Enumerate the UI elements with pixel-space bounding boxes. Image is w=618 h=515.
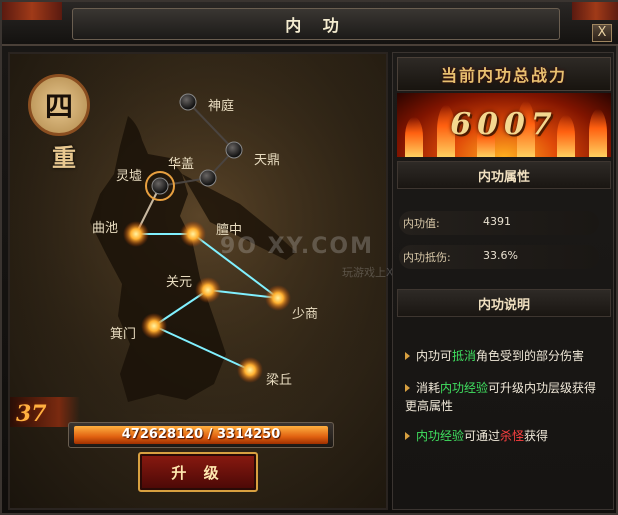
bullet-icon (405, 432, 410, 440)
bullet-icon (405, 384, 410, 392)
label-liangqiu: 梁丘 (266, 373, 292, 388)
label-quchi: 曲池 (92, 221, 118, 236)
node-shaoshang (265, 285, 291, 311)
node-lingxu (151, 177, 169, 195)
node-jimen (141, 313, 167, 339)
label-jimen: 箕门 (110, 326, 136, 342)
watermark: 9O XY.COM (220, 234, 375, 259)
meridian-panel: 四 重 神庭 天鼎 华盖 灵墟 曲池 膻中 关元 少商 箕门 梁丘 37 472… (8, 52, 388, 510)
title-plate: 内 功 (72, 8, 560, 40)
node-guanyuan (195, 277, 221, 303)
power-value: 6007 (450, 107, 558, 142)
description-item: 内功经验可通过杀怪获得 (405, 427, 605, 445)
node-shenting (179, 93, 197, 111)
attr-value: 4391 (483, 215, 511, 228)
attributes-header: 内功属性 (397, 161, 611, 189)
attributes-header-label: 内功属性 (477, 169, 530, 185)
desc-text: 内功可 (416, 349, 453, 363)
title-bar: 内 功 X (2, 2, 618, 46)
link-jimen-liangqiu (153, 325, 251, 371)
label-huagai: 华盖 (168, 157, 194, 172)
description-item: 消耗内功经验可升级内功层级获得更高属性 (405, 379, 605, 415)
window-title: 内 功 (285, 16, 347, 35)
corner-ornament-left (2, 2, 62, 20)
label-guanyuan: 关元 (166, 275, 192, 290)
attr-value: 33.6% (483, 249, 518, 262)
description-item: 内功可抵消角色受到的部分伤害 (405, 347, 605, 365)
desc-highlight: 内功经验 (440, 381, 489, 395)
xp-text: 472628120 / 3314250 (121, 427, 281, 442)
node-liangqiu (237, 357, 263, 383)
desc-text: 获得 (524, 429, 549, 443)
attr-row: 内功抵伤: 33.6% (399, 245, 599, 269)
stats-panel: 当前内功总战力 6007 内功属性 内功值: 4391 内功抵伤: 33.6% … (392, 52, 614, 510)
attr-label: 内功抵伤: (403, 251, 451, 264)
desc-text: 角色受到的部分伤害 (476, 349, 585, 363)
close-button[interactable]: X (592, 24, 612, 42)
label-tianding: 天鼎 (254, 153, 280, 168)
power-flame-box: 6007 (397, 93, 611, 157)
label-lingxu: 灵墟 (116, 169, 142, 184)
upgrade-button[interactable]: 升 级 (138, 452, 258, 492)
upgrade-button-label: 升 级 (171, 463, 225, 482)
node-tanzhong (180, 221, 206, 247)
node-tianding (225, 141, 243, 159)
node-huagai (199, 169, 217, 187)
corner-ornament-right (572, 2, 618, 20)
node-quchi (123, 221, 149, 247)
label-shaoshang: 少商 (292, 307, 318, 322)
desc-text: 可通过 (464, 429, 501, 443)
desc-highlight: 内功经验 (416, 429, 465, 443)
internal-power-window: 内 功 X 四 重 神庭 天鼎 华盖 灵墟 曲池 膻中 关元 少商 箕门 梁丘 … (0, 0, 618, 515)
attr-label: 内功值: (403, 217, 440, 230)
power-header: 当前内功总战力 (397, 57, 611, 91)
description-header-label: 内功说明 (477, 297, 530, 313)
description-header: 内功说明 (397, 289, 611, 317)
attr-row: 内功值: 4391 (399, 211, 599, 235)
bullet-icon (405, 352, 410, 360)
desc-highlight: 杀怪 (500, 429, 525, 443)
desc-text: 消耗 (416, 381, 441, 395)
power-title: 当前内功总战力 (440, 66, 567, 85)
level-number: 37 (16, 401, 47, 427)
label-shenting: 神庭 (208, 98, 234, 114)
desc-highlight: 抵消 (452, 349, 477, 363)
